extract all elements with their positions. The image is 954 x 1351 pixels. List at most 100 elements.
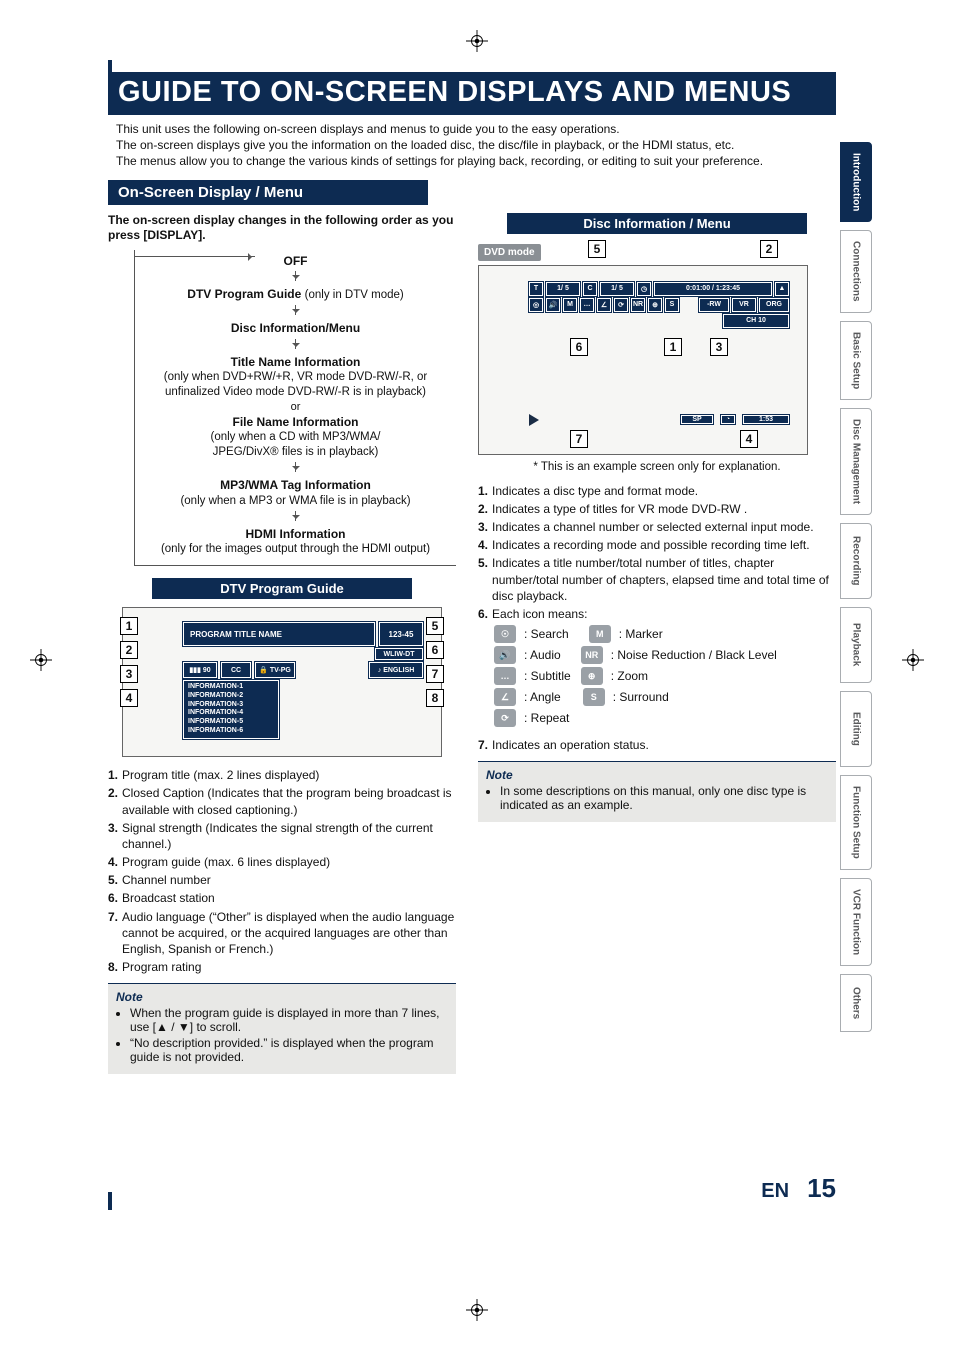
tab-connections[interactable]: Connections	[840, 230, 872, 313]
flow-intro: The on-screen display changes in the fol…	[108, 213, 456, 244]
dtv-note-box: Note When the program guide is displayed…	[108, 983, 456, 1074]
flow-or: or	[135, 400, 456, 414]
flow-title-name: Title Name Information	[135, 355, 456, 371]
side-tabs: Introduction Connections Basic Setup Dis…	[840, 142, 872, 1032]
registration-mark-icon	[902, 649, 924, 671]
callout-2: 2	[120, 641, 138, 659]
repeat-icon: ⟳	[614, 298, 628, 312]
note-heading: Note	[116, 990, 448, 1004]
tab-playback[interactable]: Playback	[840, 607, 872, 683]
flow-dtv-guide: DTV Program Guide	[187, 287, 301, 301]
legend-audio-icon: 🔊	[494, 646, 516, 664]
disc-callout-6: 6	[570, 338, 588, 356]
dvd-mode-badge: DVD mode	[478, 244, 541, 261]
icon-legend: ☉: Search M: Marker 🔊: Audio NR: Noise R…	[494, 625, 836, 727]
disc-callout-7: 7	[570, 430, 588, 448]
dtv-rating-badge: 🔒TV-PG	[255, 662, 295, 678]
flow-dtv-guide-sub: (only in DTV mode)	[305, 289, 404, 301]
accent-bar-bottom	[108, 1192, 112, 1210]
note-heading: Note	[486, 768, 828, 782]
legend-repeat-icon: ⟳	[494, 709, 516, 727]
chapter-count: 1/ 5	[600, 282, 634, 296]
callout-8: 8	[426, 689, 444, 707]
dtv-channel-number: 123-45	[379, 622, 423, 646]
tab-others[interactable]: Others	[840, 974, 872, 1032]
tab-function-setup[interactable]: Function Setup	[840, 775, 872, 870]
tab-basic-setup[interactable]: Basic Setup	[840, 321, 872, 400]
dtv-callout-list: 1.Program title (max. 2 lines displayed)…	[108, 767, 456, 975]
dtv-panel-title: DTV Program Guide	[152, 578, 412, 599]
section-heading: On-Screen Display / Menu	[108, 180, 428, 205]
marker-icon: M	[563, 298, 577, 312]
page-number: 15	[807, 1173, 836, 1204]
surround-icon: S	[665, 298, 679, 312]
channel-badge: CH 10	[723, 314, 789, 328]
legend-subtitle-icon: …	[494, 667, 516, 685]
disc-panel-title: Disc Information / Menu	[507, 213, 807, 234]
format-vr: VR	[732, 298, 756, 312]
flow-off: OFF	[284, 254, 308, 268]
callout-4: 4	[120, 689, 138, 707]
tab-editing[interactable]: Editing	[840, 691, 872, 767]
flow-hdmi-sub: (only for the images output through the …	[135, 542, 456, 557]
title-count: 1/ 5	[546, 282, 580, 296]
legend-nr-icon: NR	[581, 646, 603, 664]
rec-mode-badge: SP	[681, 415, 713, 424]
flow-file-name-sub: (only when a CD with MP3/WMA/ JPEG/DivX®…	[135, 430, 456, 460]
chevron-up-icon: ▲	[775, 282, 789, 296]
dtv-program-guide-info: INFORMATION-1 INFORMATION-2 INFORMATION-…	[183, 680, 279, 739]
legend-angle-icon: ∠	[494, 688, 516, 706]
intro-text: This unit uses the following on-screen d…	[116, 121, 832, 170]
zoom-icon: ⊕	[648, 298, 662, 312]
callout-7: 7	[426, 665, 444, 683]
chapter-label: C	[583, 282, 597, 296]
disc-callout-2: 2	[760, 240, 778, 258]
angle-icon: ∠	[597, 298, 611, 312]
legend-zoom-icon: ⊕	[581, 667, 603, 685]
flow-mp3-tag-sub: (only when a MP3 or WMA file is in playb…	[135, 494, 456, 509]
disc-info-screenshot: DVD mode T 1/ 5 C 1/ 5 ◷ 0:01:00 / 1:23:…	[478, 242, 808, 455]
disc-callout-5: 5	[588, 240, 606, 258]
search-icon: ◎	[529, 298, 543, 312]
display-cycle-flowchart: OFF DTV Program Guide (only in DTV mode)…	[134, 250, 456, 566]
tab-vcr-function[interactable]: VCR Function	[840, 878, 872, 966]
disc-callout-1: 1	[664, 338, 682, 356]
dtv-program-guide-screenshot: PROGRAM TITLE NAME 123-45 WLIW-DT ▮▮▮90 …	[122, 607, 442, 757]
legend-surround-icon: S	[583, 688, 605, 706]
disc-callout-3: 3	[710, 338, 728, 356]
audio-icon: 🔊	[546, 298, 560, 312]
nr-icon: NR	[631, 298, 645, 312]
tab-recording[interactable]: Recording	[840, 523, 872, 599]
callout-3: 3	[120, 665, 138, 683]
title-label: T	[529, 282, 543, 296]
callout-5: 5	[426, 617, 444, 635]
lang-code: EN	[761, 1180, 789, 1203]
dtv-signal-strength: ▮▮▮90	[183, 662, 217, 678]
disc-note-box: Note In some descriptions on this manual…	[478, 761, 836, 822]
flow-file-name: File Name Information	[135, 415, 456, 431]
clock-icon: ◷	[637, 282, 651, 296]
flow-title-name-sub: (only when DVD+RW/+R, VR mode DVD-RW/-R,…	[135, 370, 456, 400]
dtv-broadcast-station: WLIW-DT	[375, 648, 423, 660]
legend-marker-icon: M	[589, 625, 611, 643]
page-title: GUIDE TO ON-SCREEN DISPLAYS AND MENUS	[108, 72, 836, 115]
example-asterisk: * This is an example screen only for exp…	[478, 461, 836, 473]
lock-icon: 🔒	[259, 666, 268, 674]
disc-callout-list-7: 7.Indicates an operation status.	[478, 737, 836, 753]
tab-disc-management[interactable]: Disc Management	[840, 408, 872, 515]
accent-bar	[108, 60, 112, 104]
legend-search-icon: ☉	[494, 625, 516, 643]
format-org: ORG	[759, 298, 789, 312]
dtv-audio-language: ♪ENGLISH	[369, 662, 423, 678]
play-icon	[529, 414, 539, 426]
disc-callout-list: 1.Indicates a disc type and format mode.…	[478, 483, 836, 623]
elapsed-total-time: 0:01:00 / 1:23:45	[654, 282, 772, 296]
flow-disc-info: Disc Information/Menu	[231, 321, 360, 335]
tab-introduction[interactable]: Introduction	[840, 142, 872, 222]
subtitle-icon: …	[580, 298, 594, 312]
flow-mp3-tag: MP3/WMA Tag Information	[135, 478, 456, 494]
registration-mark-icon	[466, 1299, 488, 1321]
callout-1: 1	[120, 617, 138, 635]
disc-time-icon: ◔	[721, 415, 735, 424]
callout-6: 6	[426, 641, 444, 659]
